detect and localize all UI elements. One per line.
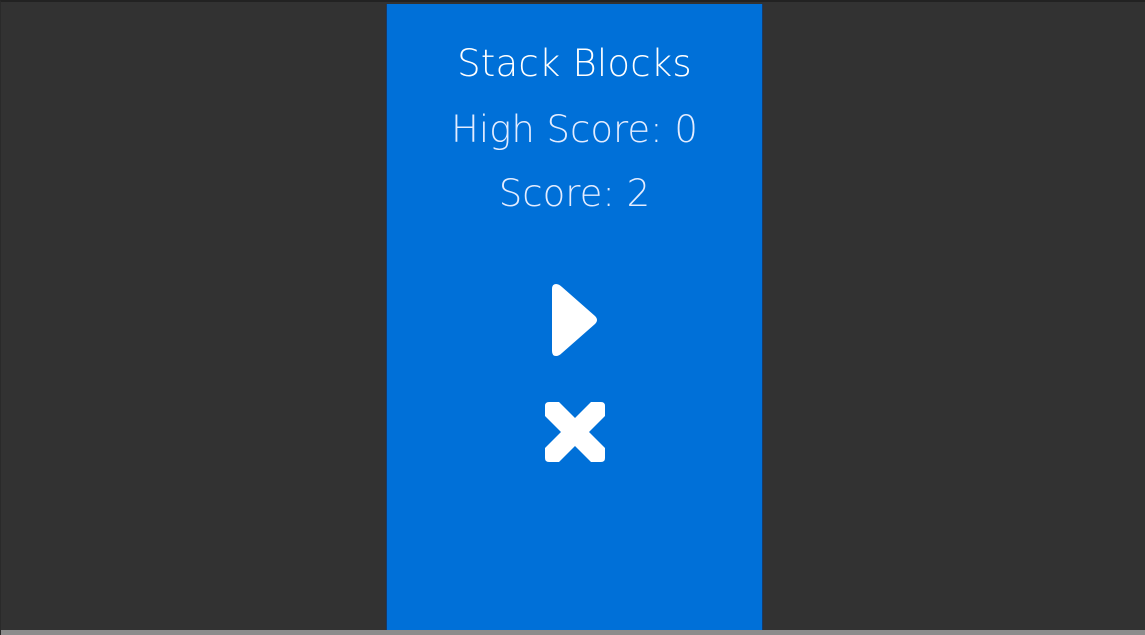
- game-panel: Stack Blocks High Score: 0 Score: 2: [386, 4, 763, 632]
- close-button[interactable]: [543, 400, 607, 464]
- play-icon: [552, 284, 597, 356]
- game-window: Stack Blocks High Score: 0 Score: 2: [0, 0, 1145, 635]
- score-label: Score: 2: [498, 172, 651, 215]
- close-icon: [545, 402, 605, 462]
- window-bottom-edge: [1, 630, 1145, 635]
- game-title: Stack Blocks: [457, 42, 692, 85]
- high-score-label: High Score: 0: [451, 108, 698, 151]
- play-button[interactable]: [550, 280, 600, 360]
